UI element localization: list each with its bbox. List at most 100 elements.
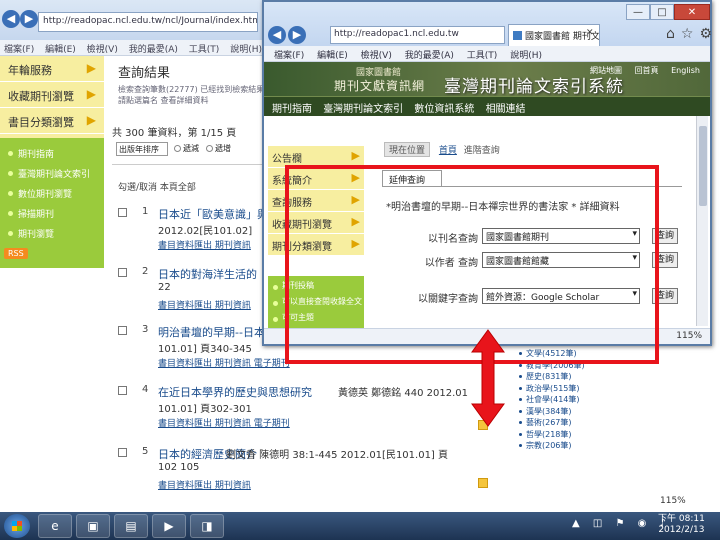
- row-extra: 黃德英 鄭德銘 440 2012.01: [338, 388, 468, 399]
- ie-taskbar-icon[interactable]: e: [38, 514, 72, 538]
- maximize-button[interactable]: □: [650, 4, 674, 20]
- row-meta: 101.01] 頁340-345: [158, 344, 252, 355]
- category-link[interactable]: 社會學(414筆): [518, 394, 638, 406]
- fg-zoom-level[interactable]: 115%: [676, 331, 702, 341]
- fg-menubar: 檔案(F) 編輯(E) 檢視(V) 我的最愛(A) 工具(T) 說明(H): [264, 46, 710, 62]
- row-links[interactable]: 書目資料匯出 期刊資訊 電子期刊: [158, 416, 290, 429]
- bg-green-item[interactable]: 掃描期刊: [4, 204, 100, 224]
- bg-radio-asc[interactable]: 遞增: [206, 143, 231, 154]
- row-checkbox[interactable]: [118, 268, 127, 277]
- nav-item[interactable]: 相關連結: [486, 104, 526, 115]
- category-link[interactable]: 宗教(206筆): [518, 440, 638, 452]
- home-link[interactable]: 回首頁: [635, 66, 659, 75]
- row-links[interactable]: 書目資料匯出 期刊資訊: [158, 238, 251, 251]
- bg-sidebar-item[interactable]: 書目分類瀏覽 ▶: [0, 108, 104, 134]
- gear-icon[interactable]: ⚙: [699, 26, 718, 42]
- row-meta: 101.01] 頁302-301: [158, 404, 252, 415]
- nav-item[interactable]: 臺灣期刊論文索引: [323, 104, 403, 115]
- category-link[interactable]: 哲學(218筆): [518, 429, 638, 441]
- fg-menu-item[interactable]: 工具(T): [467, 51, 498, 61]
- bg-menu-item[interactable]: 工具(T): [189, 45, 220, 55]
- system-tray[interactable]: ▲ ◫ ⚑ ◉ ♪: [572, 518, 671, 529]
- fg-menu-item[interactable]: 檢視(V): [361, 51, 392, 61]
- bg-menu-item[interactable]: 檔案(F): [4, 45, 34, 55]
- breadcrumb-home[interactable]: 首頁: [439, 146, 457, 156]
- banner-links: 網站地圖 回首頁 English: [580, 65, 700, 76]
- row-title-link[interactable]: 在近日本學界的歷史與思想研究: [158, 384, 312, 400]
- fg-address-bar[interactable]: http://readopac1.ncl.edu.tw: [330, 26, 505, 44]
- fg-menu-item[interactable]: 我的最愛(A): [405, 51, 454, 61]
- radio-icon: [206, 145, 213, 152]
- explorer-taskbar-icon[interactable]: ▣: [76, 514, 110, 538]
- bg-menu-item[interactable]: 我的最愛(A): [129, 45, 178, 55]
- bg-result-heading: 查詢結果: [118, 66, 171, 81]
- row-checkbox[interactable]: [118, 448, 127, 457]
- row-number: 5: [142, 446, 149, 457]
- rss-icon[interactable]: RSS: [4, 248, 28, 259]
- tab-close-icon[interactable]: ✕: [586, 28, 594, 38]
- category-link[interactable]: 藝術(267筆): [518, 417, 638, 429]
- bg-green-item[interactable]: 期刊指南: [4, 144, 100, 164]
- bg-select-all[interactable]: 勾選/取消 本頁全部: [118, 180, 196, 193]
- start-button[interactable]: [4, 514, 30, 538]
- bg-radio-desc[interactable]: 遞減: [174, 143, 199, 154]
- bg-green-item[interactable]: 臺灣期刊論文索引: [4, 164, 100, 184]
- fg-menu-item[interactable]: 說明(H): [510, 51, 542, 61]
- nav-item[interactable]: 期刊指南: [272, 104, 312, 115]
- row-number: 4: [142, 384, 149, 395]
- row-links[interactable]: 書目資料匯出 期刊資訊: [158, 478, 251, 491]
- english-link[interactable]: English: [671, 66, 700, 75]
- bg-menu-item[interactable]: 檢視(V): [87, 45, 118, 55]
- back-icon[interactable]: ◀: [2, 10, 20, 28]
- breadcrumb-current: 進階查詢: [463, 146, 500, 156]
- powerpoint-taskbar-icon[interactable]: ◨: [190, 514, 224, 538]
- row-checkbox[interactable]: [118, 326, 127, 335]
- arrow-right-icon: ▶: [351, 149, 360, 162]
- category-link[interactable]: 歷史(831筆): [518, 371, 638, 383]
- bg-sidebar-item[interactable]: 收藏期刊瀏覽 ▶: [0, 82, 104, 108]
- forward-icon[interactable]: ▶: [20, 10, 38, 28]
- nav-item[interactable]: 數位資訊系統: [414, 104, 474, 115]
- category-link[interactable]: 漢學(384筆): [518, 406, 638, 418]
- sitemap-link[interactable]: 網站地圖: [590, 66, 622, 75]
- bg-green-item[interactable]: 期刊瀏覽: [4, 224, 100, 244]
- fg-menu-item[interactable]: 編輯(E): [317, 51, 348, 61]
- fg-menu-item[interactable]: 檔案(F): [274, 51, 304, 61]
- home-icon[interactable]: ⌂: [666, 26, 681, 42]
- fg-sidebar-label: 公告欄: [272, 154, 302, 165]
- bg-sort-select[interactable]: 出版年排序: [116, 142, 168, 156]
- breadcrumb-label: 現在位置: [384, 142, 431, 157]
- row-title-link[interactable]: 日本的對海洋生活的: [158, 266, 257, 282]
- bg-result-count: 共 300 筆資料，第 1/15 頁: [112, 128, 237, 139]
- close-button[interactable]: ✕: [674, 4, 710, 20]
- row-title-link[interactable]: 明治書壇的早期--日本禪: [158, 324, 276, 340]
- bg-result-note: 檢索查詢筆數(22777) 已經找到檢索結果 請點選篇名 查看詳細資料: [118, 85, 265, 105]
- bg-address-bar[interactable]: http://readopac.ncl.edu.tw/ncl/Journal/i…: [38, 12, 258, 32]
- double-arrow-icon: [471, 329, 505, 427]
- bg-green-panel: 期刊指南 臺灣期刊論文索引 數位期刊瀏覽 掃描期刊 期刊瀏覽 RSS: [0, 138, 104, 268]
- scrollbar-thumb[interactable]: [699, 126, 707, 206]
- row-links[interactable]: 書目資料匯出 期刊資訊: [158, 298, 251, 311]
- row-checkbox[interactable]: [118, 208, 127, 217]
- back-icon[interactable]: ◀: [268, 26, 286, 44]
- bg-green-item[interactable]: 數位期刊瀏覽: [4, 184, 100, 204]
- vertical-scrollbar[interactable]: [696, 116, 708, 326]
- bg-sidebar-item[interactable]: 年輪服務 ▶: [0, 56, 104, 82]
- folder-taskbar-icon[interactable]: ▤: [114, 514, 148, 538]
- minimize-button[interactable]: —: [626, 4, 650, 20]
- row-title-link[interactable]: 日本近「歐美意識」與「: [158, 206, 279, 222]
- category-link[interactable]: 政治學(515筆): [518, 383, 638, 395]
- media-taskbar-icon[interactable]: ▶: [152, 514, 186, 538]
- row-links[interactable]: 書目資料匯出 期刊資訊 電子期刊: [158, 356, 290, 369]
- forward-icon[interactable]: ▶: [288, 26, 306, 44]
- row-extra: 劉文香 陳德明 38:1-445 2012.01[民101.01] 頁: [226, 450, 449, 461]
- bg-menu-item[interactable]: 說明(H): [230, 45, 262, 55]
- clock[interactable]: 下午 08:11 2012/2/13: [658, 514, 705, 536]
- bg-zoom-level[interactable]: 115%: [660, 496, 686, 506]
- star-icon[interactable]: ☆: [681, 26, 700, 42]
- row-checkbox[interactable]: [118, 386, 127, 395]
- note-icon[interactable]: [478, 478, 488, 488]
- bg-radio-label: 遞減: [183, 144, 199, 153]
- taskbar: e ▣ ▤ ▶ ◨ ▲ ◫ ⚑ ◉ ♪ 下午 08:11 2012/2/13: [0, 512, 720, 540]
- bg-menu-item[interactable]: 編輯(E): [45, 45, 76, 55]
